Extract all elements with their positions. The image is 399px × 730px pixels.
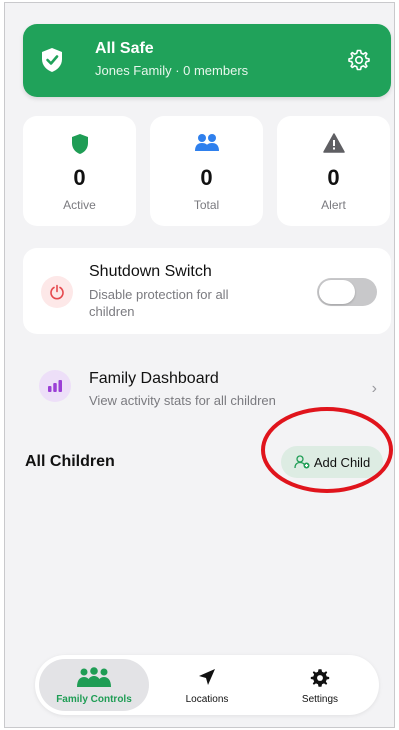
status-banner: All Safe Jones Family · 0 members [23,24,391,97]
dashboard-title: Family Dashboard [89,370,219,387]
annotation-circle [261,407,393,493]
shield-icon [71,134,88,154]
warning-icon [322,133,345,153]
section-title: All Children [25,453,115,470]
gear-icon[interactable] [347,48,371,72]
stat-card-alert: 0 Alert [277,116,390,226]
nav-settings[interactable]: Settings [265,659,375,711]
nav-label: Settings [301,694,339,705]
nav-label: Family Controls [56,694,132,705]
shield-check-icon [42,48,62,72]
gear-icon [310,669,330,687]
stat-label: Active [63,198,96,212]
stat-card-total: 0 Total [150,116,263,226]
power-icon [41,276,73,308]
stat-value: 0 [200,165,213,190]
nav-label: Locations [185,694,229,705]
shutdown-card: Shutdown Switch Disable protection for a… [23,248,391,334]
bottom-nav: Family Controls Locations Settings [35,655,379,715]
banner-title: All Safe [95,40,154,57]
stat-label: Alert [321,198,346,212]
shutdown-description: Disable protection for all children [89,287,229,319]
location-arrow-icon [199,669,215,685]
family-icon [77,667,111,687]
banner-subtitle: Jones Family · 0 members [95,63,249,78]
toggle-knob [319,280,355,304]
shutdown-title: Shutdown Switch [89,263,212,280]
stat-value: 0 [327,165,340,190]
chevron-right-icon: › [371,380,377,397]
stat-value: 0 [73,165,86,190]
nav-family-controls[interactable]: Family Controls [39,659,149,711]
stat-label: Total [193,198,220,212]
shutdown-toggle[interactable] [317,278,377,306]
bar-chart-icon [39,370,71,402]
dashboard-description: View activity stats for all children [89,393,276,408]
app-screen: All Safe Jones Family · 0 members 0 Acti… [4,2,395,728]
people-icon [194,134,219,151]
stat-card-active: 0 Active [23,116,136,226]
nav-locations[interactable]: Locations [152,659,262,711]
